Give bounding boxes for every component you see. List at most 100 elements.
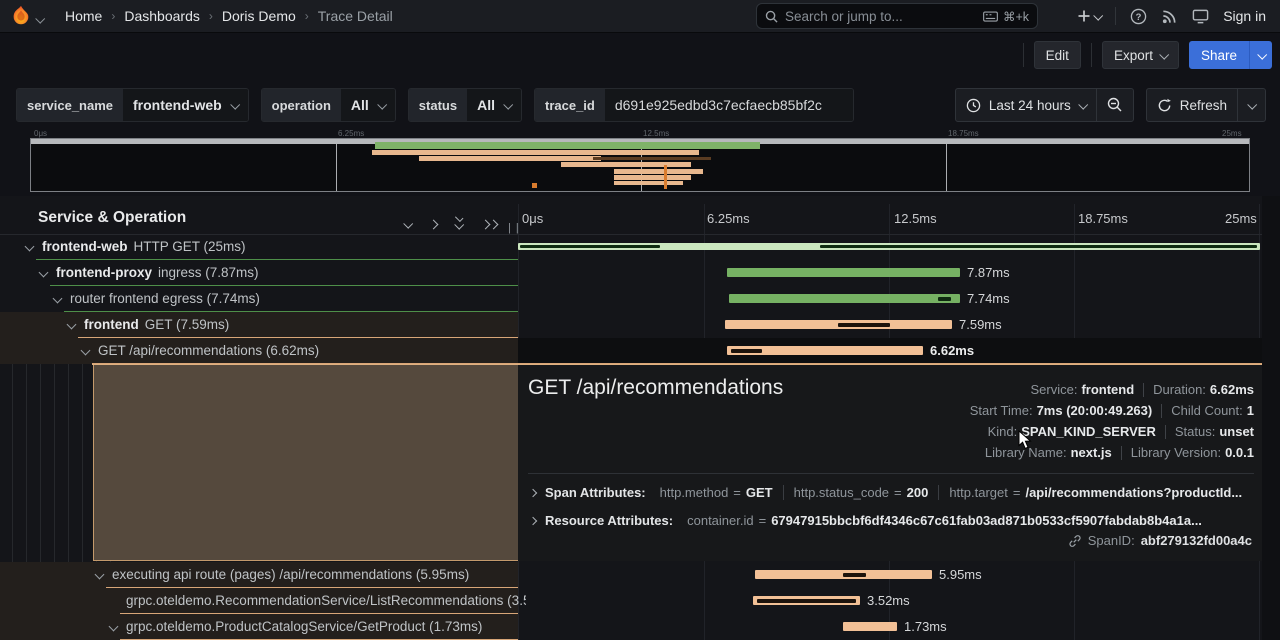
breadcrumb-item[interactable]: Trace Detail [318, 8, 393, 24]
sign-in-button[interactable]: Sign in [1223, 8, 1266, 24]
span-duration-bar[interactable] [725, 320, 952, 329]
trace-waterfall-panel: Service & Operation | | 0μs6.25ms12.5ms1… [0, 196, 1280, 640]
attribute-value: 67947915bbcbf6df4346c67c61fab03ad871b053… [771, 513, 1202, 528]
monitor-icon [1192, 8, 1209, 25]
span-duration-bar[interactable] [518, 243, 1260, 250]
minimap-divider [336, 144, 337, 191]
attribute-expand-chevron-icon[interactable] [530, 488, 537, 496]
search-shortcut: ⌘+k [983, 9, 1029, 24]
minimap-span-bar [593, 157, 711, 160]
span-name[interactable]: frontendGET (7.59ms) [84, 317, 229, 332]
zoom-out-time-button[interactable] [1096, 89, 1133, 121]
grafana-logo-icon[interactable] [10, 5, 32, 27]
org-switcher-chevron-icon[interactable] [36, 11, 43, 26]
action-divider [1023, 43, 1024, 67]
filter-dropdown[interactable]: All [341, 89, 395, 121]
filter-dropdown[interactable]: All [467, 89, 521, 121]
breadcrumb-item[interactable]: Dashboards [124, 8, 200, 24]
span-duration-label: 5.95ms [939, 567, 982, 582]
news-button[interactable] [1161, 8, 1178, 25]
span-name[interactable]: router frontend egress (7.74ms) [70, 291, 260, 306]
span-row[interactable]: grpc.oteldemo.ProductCatalogService/GetP… [0, 614, 1262, 640]
span-duration-bar[interactable] [727, 268, 960, 277]
span-duration-bar[interactable] [727, 346, 923, 355]
filter-input[interactable]: d691e925edbd3c7ecfaecb85bf2c [605, 89, 853, 121]
filter-trace_id: trace_idd691e925edbd3c7ecfaecb85bf2c [534, 88, 854, 122]
span-name[interactable]: frontend-webHTTP GET (25ms) [42, 239, 246, 254]
share-chevron-button[interactable] [1249, 41, 1272, 69]
attribute-pair: http.target=/api/recommendations?product… [938, 485, 1242, 500]
span-collapse-chevron-icon[interactable] [39, 268, 49, 278]
share-split-button[interactable]: Share [1189, 41, 1272, 69]
span-collapse-chevron-icon[interactable] [25, 242, 35, 252]
span-duration-bar[interactable] [755, 570, 932, 579]
dashboard-action-row: Edit Export Share [0, 32, 1280, 76]
span-row[interactable]: frontendGET (7.59ms)7.59ms [0, 312, 1262, 338]
panel-right-gutter [1262, 196, 1280, 640]
span-row[interactable]: executing api route (pages) /api/recomme… [0, 562, 1262, 588]
refresh-picker[interactable]: Refresh [1146, 88, 1266, 122]
span-bar-child-segment [820, 245, 1257, 248]
span-row[interactable]: frontend-proxyingress (7.87ms)7.87ms [0, 260, 1262, 286]
display-button[interactable] [1192, 8, 1209, 25]
column-resize-handle[interactable]: | | [508, 222, 520, 234]
edit-button[interactable]: Edit [1034, 41, 1081, 69]
span-row[interactable]: GET /api/recommendations (6.62ms)6.62ms [0, 338, 1262, 364]
nav-divider [1115, 7, 1116, 25]
link-icon[interactable] [1068, 534, 1082, 548]
trace-minimap[interactable] [30, 138, 1250, 192]
timeline-header: Service & Operation | | 0μs6.25ms12.5ms1… [0, 204, 1262, 235]
breadcrumb-separator-icon: › [111, 9, 115, 23]
span-row[interactable]: frontend-webHTTP GET (25ms) [0, 234, 1262, 260]
collapse-one-icon[interactable] [404, 216, 411, 231]
collapse-all-icon[interactable] [455, 216, 462, 229]
span-name[interactable]: GET /api/recommendations (6.62ms) [98, 343, 319, 358]
expand-one-icon[interactable] [430, 216, 437, 231]
span-name[interactable]: executing api route (pages) /api/recomme… [112, 567, 469, 582]
attribute-equals: = [894, 485, 902, 500]
span-duration-bar[interactable] [753, 596, 860, 605]
svg-text:?: ? [1136, 11, 1142, 22]
span-rows-top: frontend-webHTTP GET (25ms) frontend-prox… [0, 234, 1280, 364]
detail-field-line: Kind:SPAN_KIND_SERVERStatus:unset [970, 421, 1254, 442]
span-name[interactable]: grpc.oteldemo.RecommendationService/List… [126, 593, 526, 608]
span-collapse-chevron-icon[interactable] [53, 294, 63, 304]
attribute-value: GET [746, 485, 773, 500]
minimap-tick-label: 25ms [1222, 129, 1242, 138]
breadcrumb-item[interactable]: Home [65, 8, 102, 24]
span-duration-bar[interactable] [729, 294, 960, 303]
refresh-button[interactable]: Refresh [1147, 89, 1237, 121]
search-input[interactable]: Search or jump to... ⌘+k [756, 3, 1038, 29]
attribute-expand-chevron-icon[interactable] [530, 516, 537, 524]
search-icon [765, 10, 778, 23]
nav-right-actions: ? Sign in [1077, 0, 1280, 32]
attribute-row-resource[interactable]: Resource Attributes:container.id=6794791… [530, 513, 1256, 528]
span-operation-name: GET /api/recommendations (6.62ms) [98, 343, 319, 358]
help-button[interactable]: ? [1130, 8, 1147, 25]
share-button[interactable]: Share [1189, 41, 1249, 69]
span-row[interactable]: grpc.oteldemo.RecommendationService/List… [0, 588, 1262, 614]
span-service-name: frontend-proxy [56, 265, 152, 280]
span-operation-name: ingress (7.87ms) [158, 265, 259, 280]
attribute-row-label: Span Attributes: [545, 485, 646, 500]
minimap-span-bar [664, 165, 667, 189]
filter-chevron-icon [503, 99, 513, 109]
attribute-row-span[interactable]: Span Attributes:http.method=GEThttp.stat… [530, 485, 1256, 500]
filter-dropdown[interactable]: frontend-web [123, 89, 248, 121]
rss-icon [1161, 8, 1178, 25]
refresh-interval-chevron-button[interactable] [1237, 89, 1265, 121]
expand-all-icon[interactable] [482, 216, 497, 231]
span-row[interactable]: router frontend egress (7.74ms)7.74ms [0, 286, 1262, 312]
new-button[interactable] [1077, 9, 1101, 23]
span-id-value[interactable]: abf279132fd00a4c [1141, 533, 1252, 548]
span-name[interactable]: frontend-proxy ingress (7.87ms) [56, 265, 259, 280]
breadcrumb-item[interactable]: Doris Demo [222, 8, 296, 24]
detail-field-value: next.js [1071, 445, 1112, 460]
span-duration-bar[interactable] [843, 622, 897, 631]
time-range-picker[interactable]: Last 24 hours [955, 88, 1134, 122]
span-name[interactable]: grpc.oteldemo.ProductCatalogService/GetP… [126, 619, 482, 634]
export-button[interactable]: Export [1102, 41, 1179, 69]
detail-field-line: Start Time:7ms (20:00:49.263)Child Count… [970, 400, 1254, 421]
plus-icon [1077, 9, 1091, 23]
span-detail-section: GET /api/recommendations Service:fronten… [0, 364, 1280, 562]
